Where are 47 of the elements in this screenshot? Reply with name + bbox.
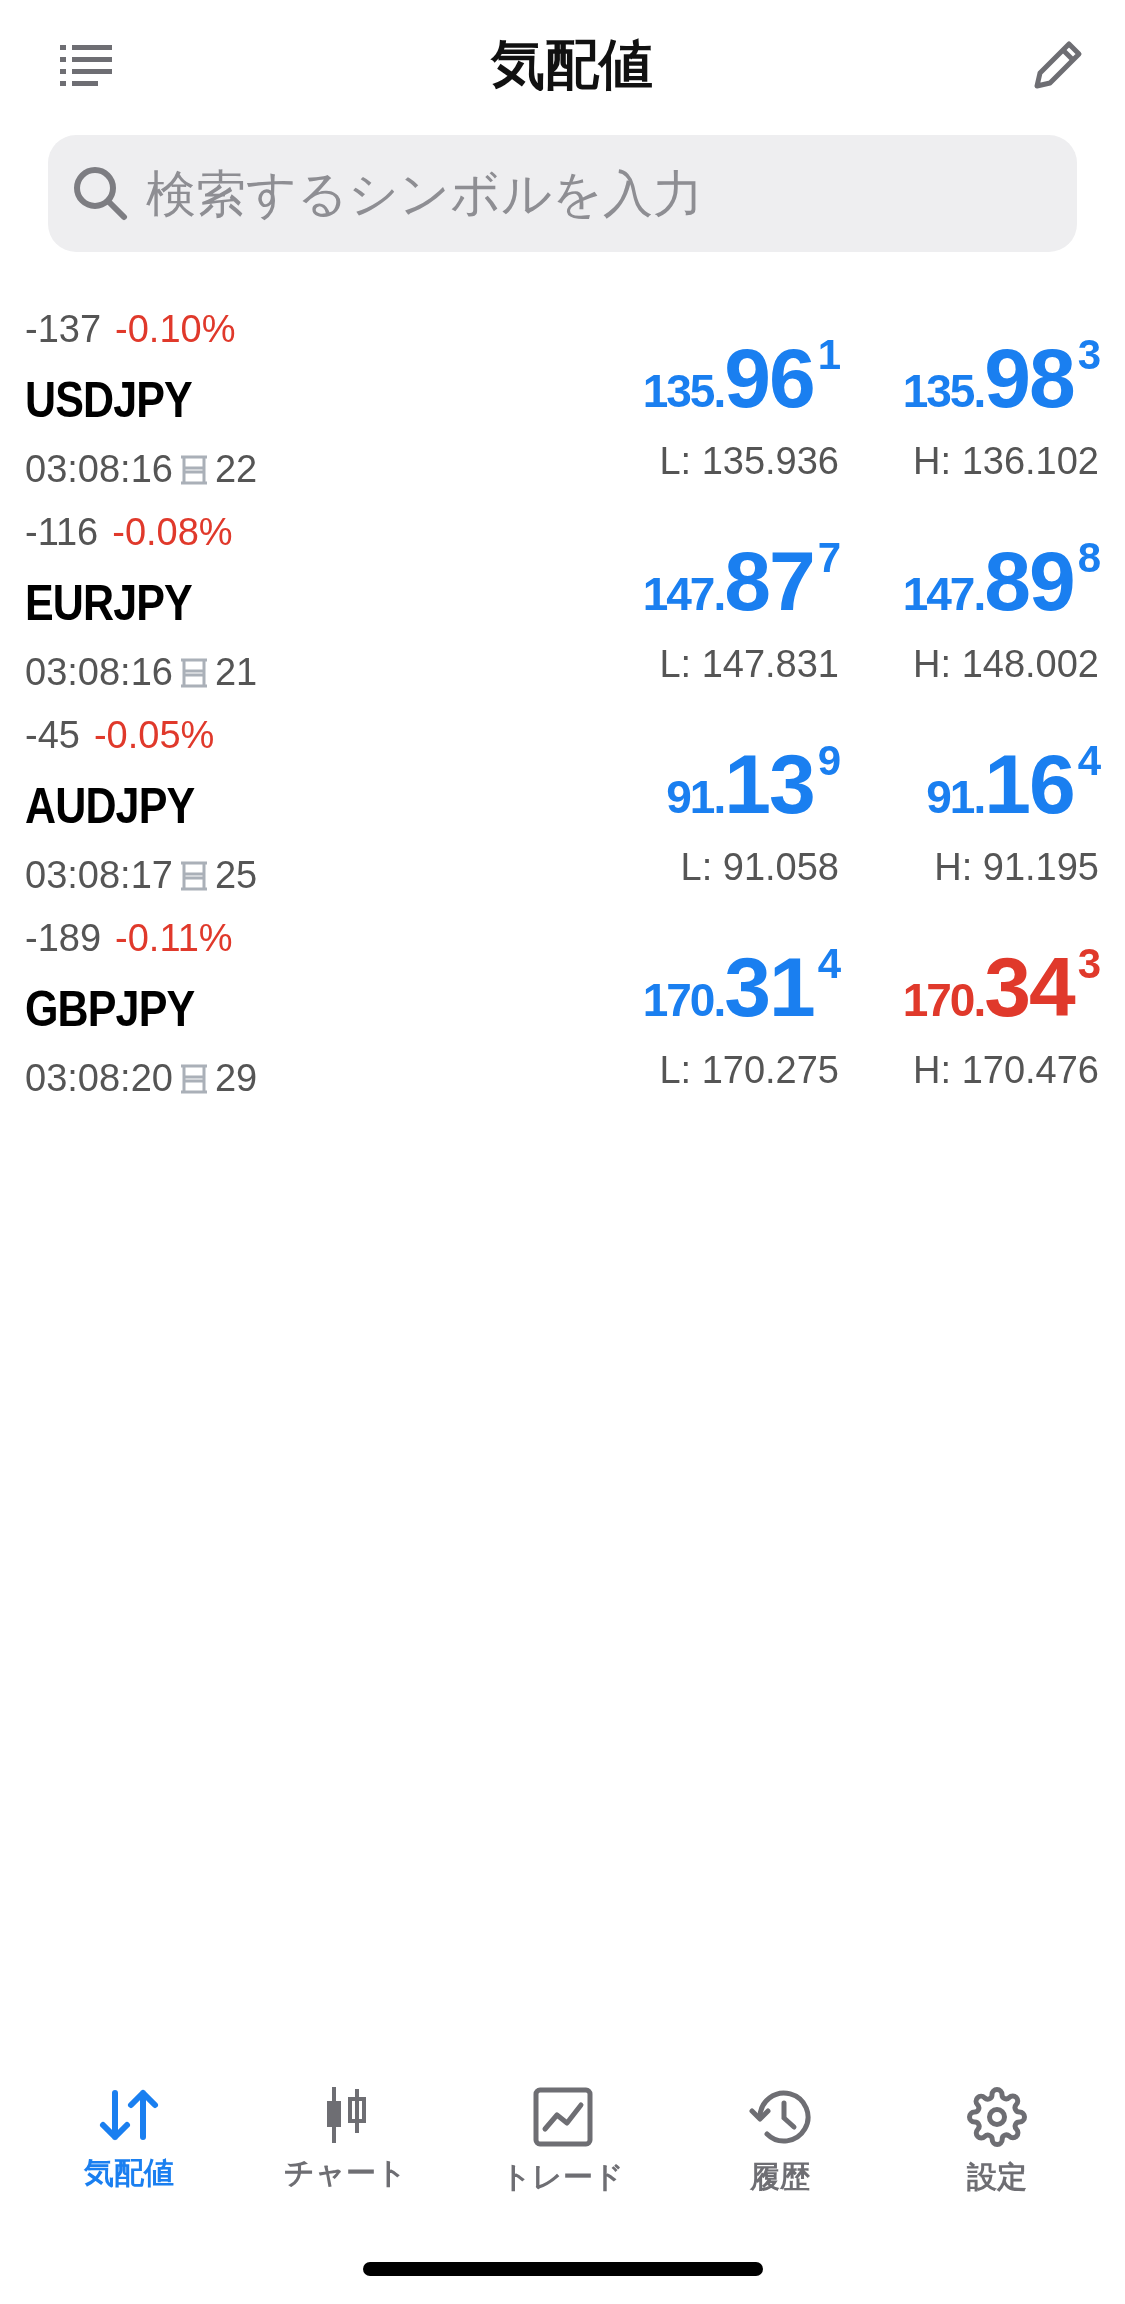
- symbol-name: USDJPY: [25, 370, 193, 429]
- change-points: -137: [25, 308, 102, 351]
- bid-price: 91.13$^{9}$: [666, 740, 839, 826]
- ask-price: 147.89$^{8}$: [902, 537, 1099, 623]
- quote-time: 03:08:16: [25, 448, 173, 491]
- line-chart-icon: [532, 2087, 593, 2147]
- ask-price: 170.34$^{3}$: [902, 943, 1099, 1029]
- spread-value: 21: [214, 651, 258, 694]
- change-percent: -0.10%: [115, 308, 236, 351]
- search-field[interactable]: 検索するシンボルを入力: [48, 135, 1077, 252]
- low-price: L: 91.058: [680, 846, 839, 889]
- spread-value: 22: [214, 448, 258, 491]
- low-price: L: 147.831: [659, 643, 839, 686]
- page-title: 気配値: [490, 31, 653, 98]
- quote-time: 03:08:17: [25, 854, 173, 897]
- change-points: -116: [25, 511, 99, 554]
- change-percent: -0.11%: [115, 917, 233, 960]
- symbol-name: EURJPY: [25, 573, 193, 632]
- symbol-name: GBPJPY: [25, 979, 196, 1038]
- high-price: H: 170.476: [913, 1049, 1099, 1092]
- high-price: H: 148.002: [913, 643, 1099, 686]
- symbol-name: AUDJPY: [25, 776, 196, 835]
- spread-value: 25: [214, 854, 258, 897]
- change-points: -45: [25, 714, 80, 757]
- quote-time: 03:08:20: [25, 1057, 173, 1100]
- settings-icon: [966, 2087, 1027, 2147]
- change-percent: -0.05%: [93, 714, 215, 757]
- ask-price: 135.98$^{3}$: [902, 334, 1099, 420]
- bid-price: 147.87$^{7}$: [642, 537, 839, 623]
- tab-bar-item[interactable]: チャート: [250, 2086, 441, 2236]
- bid-price: 135.96$^{1}$: [642, 334, 839, 420]
- high-price: H: 136.102: [913, 440, 1099, 483]
- history-icon: [747, 2087, 812, 2147]
- high-price: H: 91.195: [934, 846, 1099, 889]
- low-price: L: 135.936: [659, 440, 839, 483]
- low-price: L: 170.275: [659, 1049, 839, 1092]
- tab-bar-item[interactable]: トレード: [467, 2086, 658, 2236]
- search-icon: [72, 165, 128, 221]
- tab-bar-item[interactable]: 履歴: [684, 2086, 875, 2236]
- quote-time: 03:08:16: [25, 651, 173, 694]
- change-percent: -0.08%: [112, 511, 233, 554]
- tab-bar-item[interactable]: 気配値: [33, 2086, 224, 2236]
- change-points: -189: [25, 917, 102, 960]
- tab-bar-item[interactable]: 設定: [901, 2086, 1092, 2236]
- spread-value: 29: [214, 1057, 258, 1100]
- ask-price: 91.16$^{4}$: [926, 740, 1099, 826]
- bid-price: 170.31$^{4}$: [642, 943, 839, 1029]
